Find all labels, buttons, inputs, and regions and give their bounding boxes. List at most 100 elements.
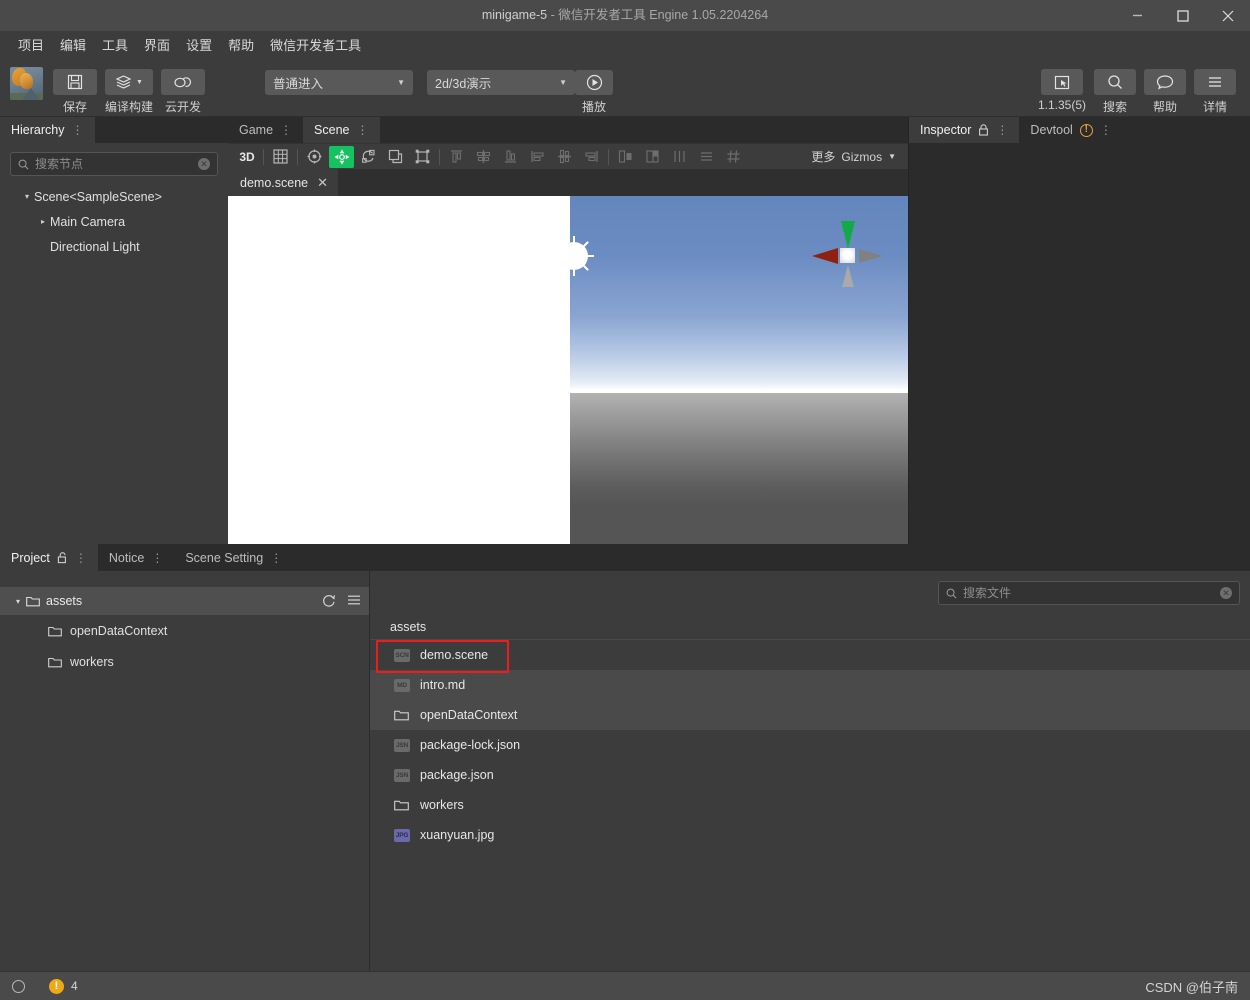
inspector-tab-bar: Inspector ⋮ Devtool ! ⋮	[909, 117, 1250, 143]
menu-item-settings[interactable]: 设置	[178, 34, 220, 57]
menu-item-tools[interactable]: 工具	[94, 34, 136, 57]
title-bar: minigame-5 - 微信开发者工具 Engine 1.05.2204264	[0, 0, 1250, 31]
file-search-input[interactable]	[963, 586, 1214, 600]
axis-y-up-icon	[841, 221, 855, 249]
toolbar-detail-button[interactable]	[1194, 69, 1236, 95]
enter-mode-select[interactable]: 普通进入 ▼	[265, 70, 414, 95]
toolbar-help-button[interactable]	[1144, 69, 1186, 95]
scene-viewport[interactable]	[228, 196, 908, 544]
maximize-button[interactable]	[1160, 0, 1205, 31]
close-icon[interactable]: ✕	[317, 175, 328, 191]
minimize-button[interactable]	[1115, 0, 1160, 31]
align-top-icon[interactable]	[444, 146, 469, 168]
build-button[interactable]: ▼	[105, 69, 153, 95]
notice-menu-icon[interactable]: ⋮	[151, 552, 163, 564]
devtool-menu-icon[interactable]: ⋮	[1100, 124, 1112, 136]
viewport-3d-render[interactable]	[570, 196, 908, 544]
window-title-main: minigame-5	[481, 8, 548, 22]
cloud-group: 云开发	[161, 63, 206, 115]
assets-tree-actions	[322, 594, 361, 608]
file-row-opendatacontext[interactable]: openDataContext	[370, 700, 1250, 730]
menu-item-interface[interactable]: 界面	[136, 34, 178, 57]
build-label: 编译构建	[105, 100, 154, 114]
close-button[interactable]	[1205, 0, 1250, 31]
project-menu-icon[interactable]: ⋮	[75, 552, 87, 564]
tab-scene-setting[interactable]: Scene Setting ⋮	[174, 544, 294, 571]
scale-tool-icon[interactable]	[383, 146, 408, 168]
file-row-package-json[interactable]: JSN package.json	[370, 760, 1250, 790]
refresh-icon[interactable]	[322, 594, 336, 608]
tab-game[interactable]: Game ⋮	[228, 117, 304, 143]
axis-orientation-gizmo[interactable]	[812, 218, 883, 292]
warning-count-group[interactable]: ! 4	[49, 978, 78, 994]
menu-bar: 项目 编辑 工具 界面 设置 帮助 微信开发者工具	[0, 31, 1250, 60]
3d-toggle[interactable]: 3D	[235, 146, 259, 168]
move-tool-icon[interactable]	[329, 145, 354, 168]
project-thumbnail[interactable]	[10, 67, 43, 100]
play-button[interactable]	[575, 70, 614, 95]
hierarchy-node-main-camera[interactable]: ▸ Main Camera	[0, 209, 228, 234]
hierarchy-search-box[interactable]: ✕	[10, 152, 218, 176]
menu-item-devtools[interactable]: 微信开发者工具	[262, 34, 369, 57]
version-button[interactable]	[1040, 69, 1083, 95]
hierarchy-node-directional-light[interactable]: Directional Light	[0, 234, 228, 259]
file-row-demo-scene[interactable]: SCN demo.scene	[370, 640, 1250, 670]
cloud-dev-button[interactable]	[161, 69, 206, 95]
clear-search-icon[interactable]: ✕	[1220, 587, 1232, 599]
toolbar-search-button[interactable]	[1094, 69, 1136, 95]
scene-menu-icon[interactable]: ⋮	[357, 124, 369, 136]
game-menu-icon[interactable]: ⋮	[280, 124, 292, 136]
pivot-icon[interactable]	[302, 146, 327, 168]
align-left-icon[interactable]	[525, 146, 550, 168]
tab-project[interactable]: Project ⋮	[0, 544, 98, 571]
align-bottom-icon[interactable]	[498, 146, 523, 168]
snap-grid-icon[interactable]	[721, 146, 746, 168]
menu-item-edit[interactable]: 编辑	[52, 34, 94, 57]
file-row-package-lock-json[interactable]: JSN package-lock.json	[370, 730, 1250, 760]
grid-icon[interactable]	[268, 146, 293, 168]
distribute-h-icon[interactable]	[613, 146, 638, 168]
tab-hierarchy[interactable]: Hierarchy ⋮	[0, 117, 95, 143]
menu-item-project[interactable]: 项目	[10, 34, 52, 57]
clear-search-icon[interactable]: ✕	[198, 158, 210, 170]
spacing-icon[interactable]	[667, 146, 692, 168]
file-row-intro-md[interactable]: MD intro.md	[370, 670, 1250, 700]
circle-icon[interactable]	[12, 979, 25, 993]
hierarchy-search-input[interactable]	[35, 157, 192, 171]
gizmos-control[interactable]: 更多 Gizmos ▼	[811, 148, 906, 165]
demo-mode-select[interactable]: 2d/3d演示 ▼	[427, 70, 576, 95]
chevron-down-icon[interactable]: ▾	[16, 597, 20, 606]
chevron-down-icon[interactable]: ▼	[888, 152, 896, 161]
axis-center-cube-icon	[840, 248, 855, 263]
align-center-h-icon[interactable]	[552, 146, 577, 168]
hierarchy-node-scene[interactable]: ▾ Scene<SampleScene>	[0, 184, 228, 209]
lock-icon[interactable]	[978, 124, 989, 136]
list-icon[interactable]	[694, 146, 719, 168]
file-row-workers[interactable]: workers	[370, 790, 1250, 820]
chevron-down-icon[interactable]: ▾	[20, 192, 34, 201]
file-search-box[interactable]: ✕	[938, 581, 1240, 605]
assets-tree-item-workers[interactable]: workers	[0, 646, 369, 677]
assets-tree-item-opendatacontext[interactable]: openDataContext	[0, 615, 369, 646]
menu-item-help[interactable]: 帮助	[220, 34, 262, 57]
file-row-xuanyuan-jpg[interactable]: JPG xuanyuan.jpg	[370, 820, 1250, 850]
distribute-v-icon[interactable]	[640, 146, 665, 168]
rotate-tool-icon[interactable]	[356, 146, 381, 168]
scene-setting-menu-icon[interactable]: ⋮	[270, 552, 282, 564]
hierarchy-menu-icon[interactable]: ⋮	[72, 124, 84, 136]
align-right-icon[interactable]	[579, 146, 604, 168]
tab-scene[interactable]: Scene ⋮	[303, 117, 380, 143]
inspector-menu-icon[interactable]: ⋮	[996, 124, 1008, 136]
tab-notice[interactable]: Notice ⋮	[97, 544, 175, 571]
chevron-right-icon[interactable]: ▸	[36, 217, 50, 226]
unlock-icon[interactable]	[57, 551, 68, 564]
scene-file-tab[interactable]: demo.scene ✕	[228, 169, 339, 196]
save-button[interactable]	[53, 69, 97, 95]
tab-inspector[interactable]: Inspector ⋮	[909, 117, 1020, 143]
assets-tree-root[interactable]: ▾ assets	[0, 587, 369, 615]
hamburger-icon[interactable]	[347, 594, 361, 608]
rect-tool-icon[interactable]	[410, 146, 435, 168]
window-preview-icon	[1054, 75, 1070, 89]
align-center-v-icon[interactable]	[471, 146, 496, 168]
tab-devtool[interactable]: Devtool ! ⋮	[1019, 117, 1123, 143]
